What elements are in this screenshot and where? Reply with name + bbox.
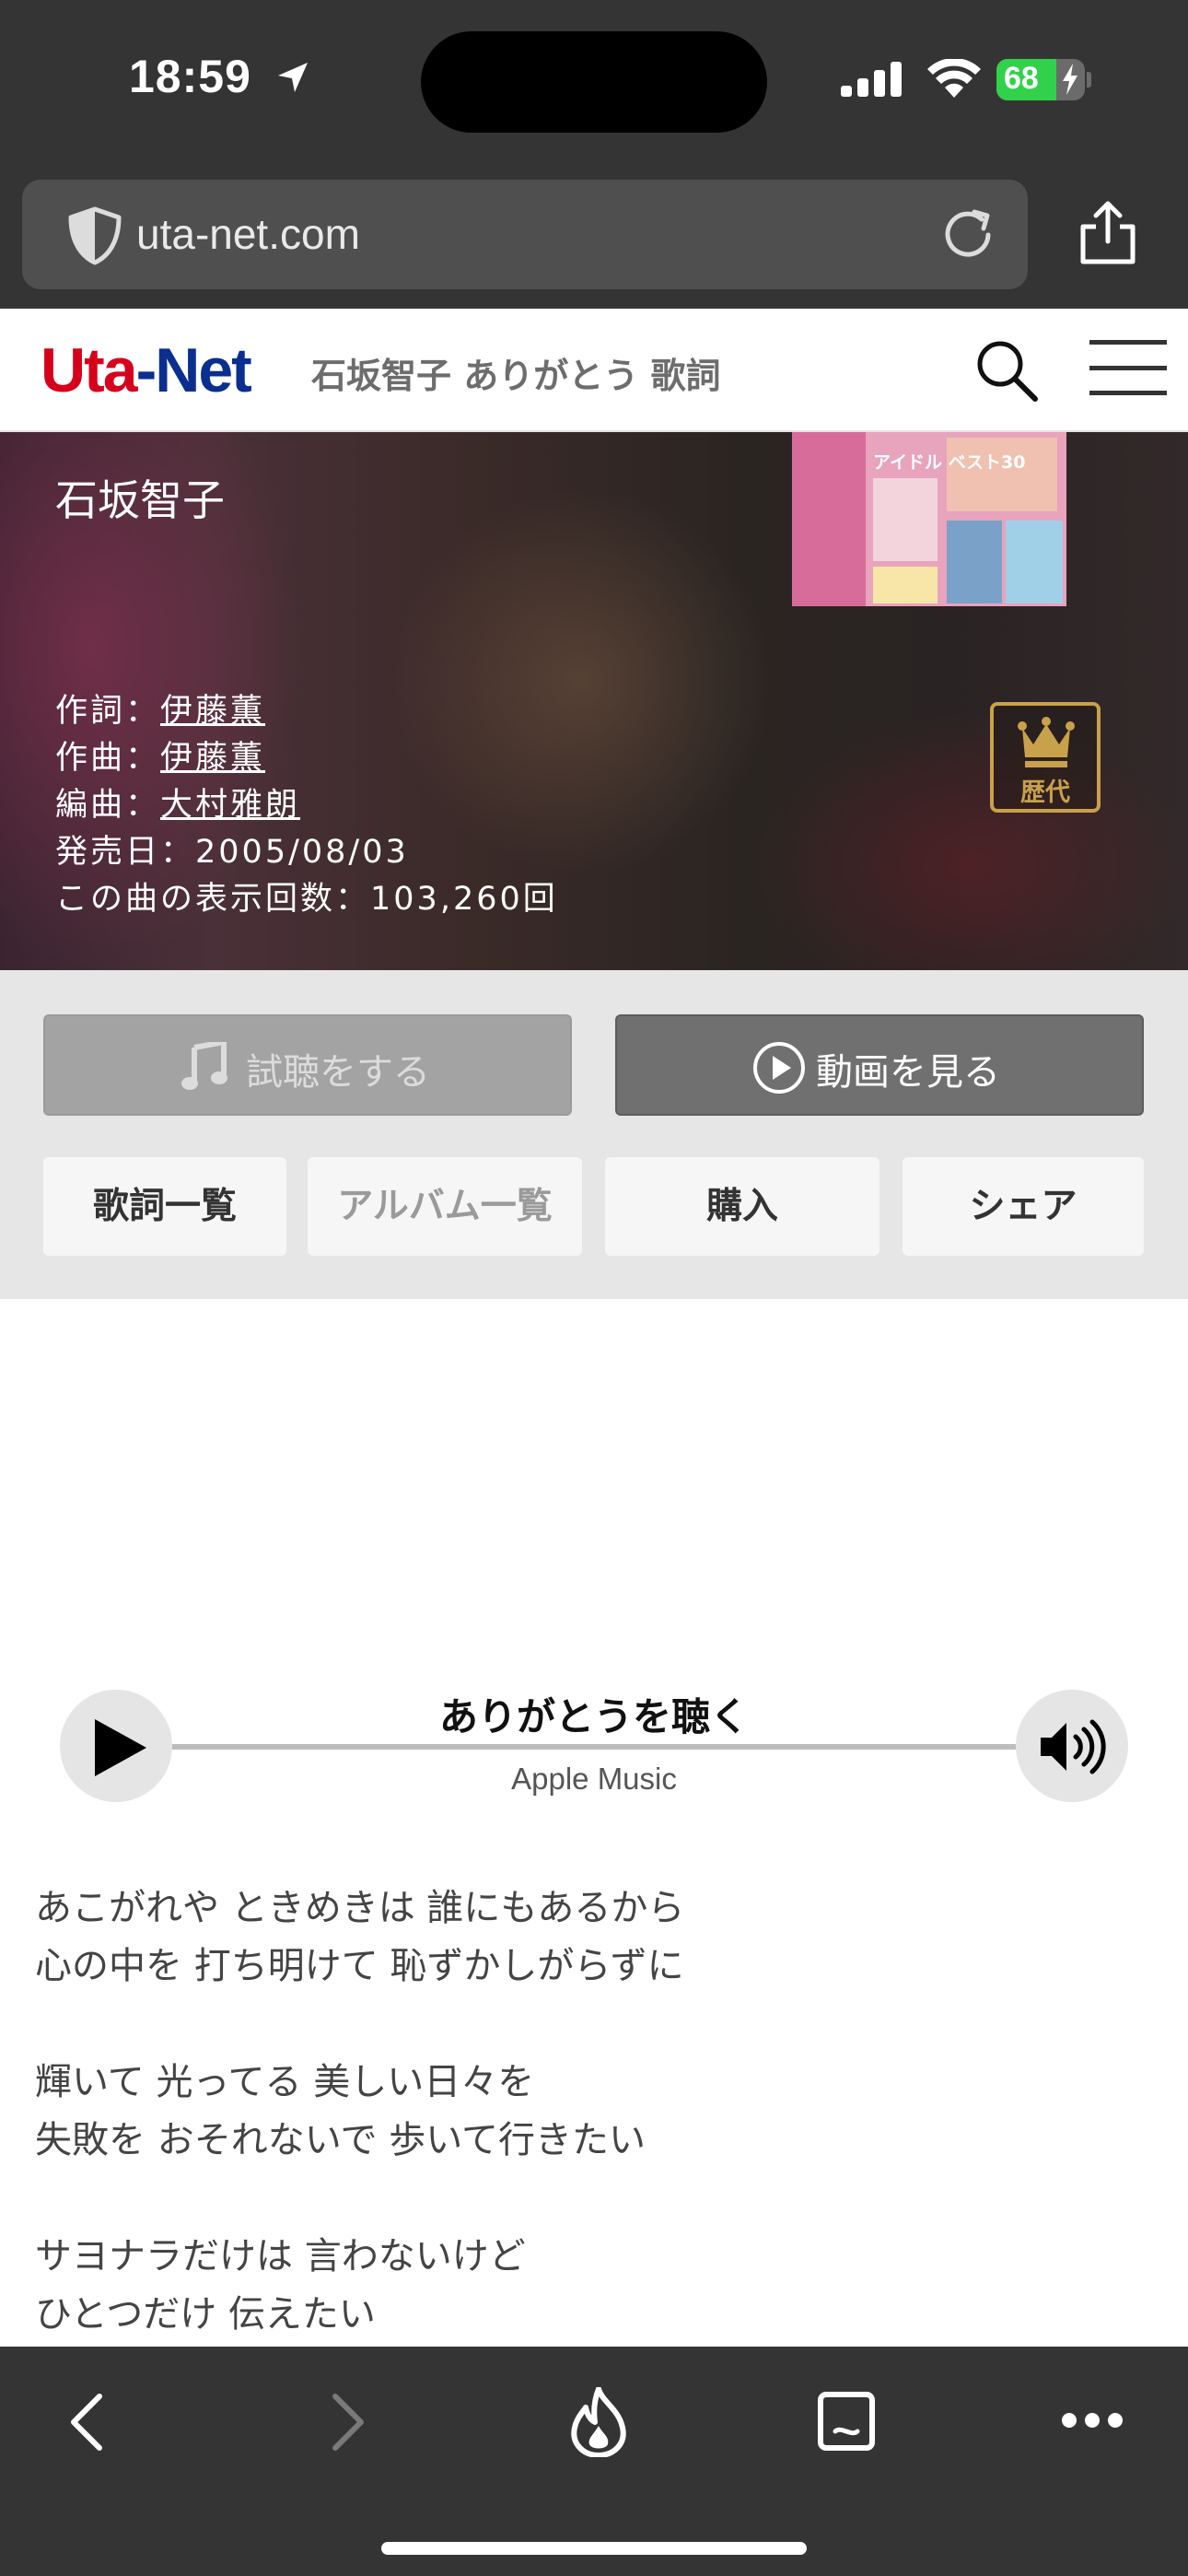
url-text[interactable]: uta-net.com — [136, 209, 360, 259]
listen-button[interactable]: 試聴をする — [43, 1014, 572, 1116]
music-note-icon — [181, 1042, 227, 1090]
play-icon — [95, 1719, 146, 1776]
player-title: ありがとうを聴く — [427, 1694, 760, 1739]
site-header: Uta-Net 石坂智子 ありがとう 歌詞 — [0, 309, 1188, 432]
lyrics-line: 心の中を 打ち明けて 恥ずかしがらずに — [35, 1945, 684, 1987]
song-credits: 作詞：伊藤薫 作曲：伊藤薫 編曲：大村雅朗 発売日：2005/08/03 この曲… — [55, 688, 558, 923]
dynamic-island — [421, 31, 767, 133]
arranger-row: 編曲：大村雅朗 — [55, 787, 301, 824]
artist-name[interactable]: 石坂智子 — [55, 467, 225, 528]
composer-row: 作曲：伊藤薫 — [55, 740, 266, 777]
lyricist-link[interactable]: 伊藤薫 — [160, 693, 265, 730]
lyrics-line: 輝いて 光ってる 美しい日々を — [35, 2061, 535, 2103]
crown-icon — [1018, 717, 1075, 767]
cellular-signal-icon — [841, 62, 902, 97]
lyrics-list-button[interactable]: 歌詞一覧 — [43, 1157, 286, 1256]
reload-icon[interactable] — [938, 205, 998, 265]
ranking-badge-label: 歴代 — [1020, 779, 1070, 807]
view-count: 103,260回 — [370, 881, 558, 918]
uta-net-logo[interactable]: Uta-Net — [41, 334, 252, 406]
lyrics-line: サヨナラだけは 言わないけど — [35, 2235, 526, 2277]
browser-toolbar — [0, 2347, 1188, 2576]
status-time: 18:59 — [129, 51, 251, 102]
home-indicator[interactable] — [381, 2542, 807, 2555]
location-arrow-icon — [278, 63, 308, 92]
progress-track[interactable] — [172, 1744, 1016, 1750]
share-icon[interactable] — [1077, 201, 1138, 265]
battery-cap — [1087, 72, 1091, 88]
buy-button[interactable]: 購入 — [605, 1157, 879, 1256]
wifi-icon — [927, 59, 981, 98]
volume-button[interactable] — [1016, 1690, 1128, 1802]
hamburger-menu-icon[interactable] — [1089, 338, 1167, 397]
charging-bolt-icon — [1063, 64, 1077, 95]
browser-chrome: 18:59 68 uta-net.com — [0, 0, 1188, 309]
flame-icon[interactable] — [569, 2387, 628, 2457]
lyrics-stanza: サヨナラだけは 言わないけど ひとつだけ 伝えたい — [35, 2228, 1159, 2344]
tabs-icon[interactable] — [817, 2391, 876, 2452]
speaker-icon — [1041, 1719, 1106, 1774]
more-icon[interactable] — [1061, 2411, 1124, 2430]
watch-video-button[interactable]: 動画を見る — [615, 1014, 1144, 1116]
shield-icon[interactable] — [66, 206, 123, 265]
view-count-row: この曲の表示回数：103,260回 — [55, 881, 558, 918]
forward-icon[interactable] — [330, 2393, 367, 2452]
lyrics-line: あこがれや ときめきは 誰にもあるから — [35, 1887, 685, 1929]
play-circle-icon — [753, 1042, 805, 1094]
lyricist-row: 作詞：伊藤薫 — [55, 693, 266, 730]
battery-level: 68 — [1004, 61, 1039, 96]
album-art-text: アイドル ベスト30 — [873, 452, 1026, 473]
back-icon[interactable] — [68, 2393, 105, 2452]
composer-link[interactable]: 伊藤薫 — [160, 740, 265, 777]
battery-indicator: 68 — [996, 59, 1085, 100]
page-title: 石坂智子 ありがとう 歌詞 — [311, 356, 721, 396]
release-date: 2005/08/03 — [195, 834, 409, 871]
watch-video-label: 動画を見る — [816, 1051, 1000, 1094]
lyrics-body: あこがれや ときめきは 誰にもあるから 心の中を 打ち明けて 恥ずかしがらずに … — [35, 1879, 1159, 2402]
album-list-button[interactable]: アルバム一覧 — [308, 1157, 582, 1256]
ranking-badge[interactable]: 歴代 — [990, 702, 1101, 813]
music-player: ありがとうを聴く Apple Music — [0, 1677, 1188, 1815]
lyrics-stanza: 輝いて 光ってる 美しい日々を 失敗を おそれないで 歩いて行きたい — [35, 2054, 1159, 2170]
album-art[interactable]: アイドル ベスト30 — [792, 432, 1066, 606]
address-bar[interactable]: uta-net.com — [22, 180, 1028, 289]
search-icon[interactable] — [974, 338, 1039, 403]
play-button[interactable] — [60, 1690, 172, 1802]
release-date-row: 発売日：2005/08/03 — [55, 834, 409, 871]
song-hero: 石坂智子 アイドル ベスト30 作詞：伊藤薫 作曲：伊藤薫 編曲：大村雅朗 発売… — [0, 432, 1188, 970]
arranger-link[interactable]: 大村雅朗 — [160, 787, 300, 824]
lyrics-stanza: あこがれや ときめきは 誰にもあるから 心の中を 打ち明けて 恥ずかしがらずに — [35, 1879, 1159, 1996]
share-button[interactable]: シェア — [903, 1157, 1144, 1256]
player-source: Apple Music — [511, 1762, 677, 1796]
lyrics-line: 失敗を おそれないで 歩いて行きたい — [35, 2119, 646, 2161]
listen-button-label: 試聴をする — [246, 1051, 430, 1094]
lyrics-line: ひとつだけ 伝えたい — [35, 2293, 376, 2336]
action-panel: 試聴をする 動画を見る 歌詞一覧 アルバム一覧 購入 シェア — [0, 970, 1188, 1299]
